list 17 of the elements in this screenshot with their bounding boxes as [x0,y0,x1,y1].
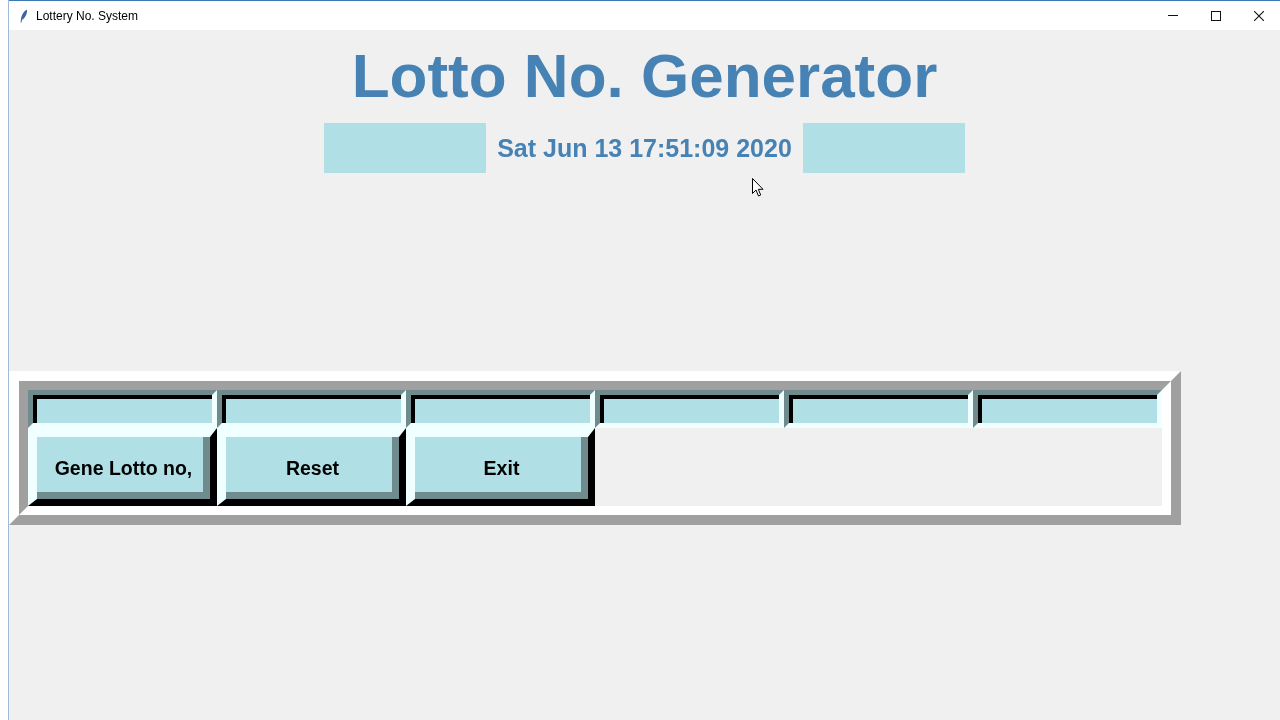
entry-field[interactable] [217,390,406,428]
action-button[interactable]: Exit [406,428,595,506]
close-icon [1253,10,1264,21]
minimize-icon [1167,15,1178,16]
app-heading: Lotto No. Generator [351,40,938,112]
entry-field[interactable] [973,390,1162,428]
entry-field[interactable] [406,390,595,428]
action-button[interactable]: Reset [217,428,406,506]
window-title: Lottery No. System [36,8,139,23]
entry-field[interactable] [28,390,217,428]
mouse-pointer-icon [752,178,764,197]
feather-icon [20,8,28,23]
entry-field[interactable] [595,390,784,428]
entry-field[interactable] [784,390,973,428]
action-button[interactable]: Gene Lotto no, [28,428,217,506]
date-time-label: Sat Jun 13 17:51:09 2020 [497,133,792,163]
maximize-icon [1210,10,1221,21]
